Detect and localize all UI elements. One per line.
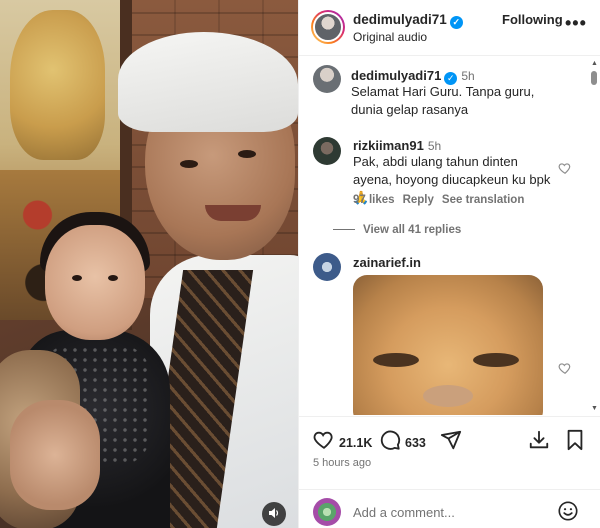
bookmark-icon[interactable]	[565, 429, 585, 456]
girl-hand	[10, 400, 100, 510]
post-header: dedimulyadi71 ✓ Original audio Following …	[299, 0, 600, 56]
audio-link[interactable]: Original audio	[353, 30, 427, 44]
paper-plane-icon	[440, 429, 462, 456]
caption-time: 5h	[461, 69, 475, 83]
like-button[interactable]: 21.1K	[313, 429, 372, 456]
caption-text: Selamat Hari Guru. Tanpa guru, dunia gel…	[351, 84, 535, 117]
download-icon[interactable]	[528, 429, 550, 456]
post-video[interactable]	[0, 0, 298, 528]
scroll-up-arrow-icon[interactable]: ▲	[591, 60, 598, 67]
comment-bubble-icon	[379, 429, 401, 456]
white-cap	[118, 32, 298, 132]
post-timestamp: 5 hours ago	[313, 457, 372, 469]
comment-button[interactable]: 633	[379, 429, 426, 456]
post-panel: dedimulyadi71 ✓ Original audio Following …	[298, 0, 600, 528]
comment-count: 633	[405, 435, 426, 450]
comment-like-heart-icon[interactable]	[558, 361, 572, 375]
verified-icon: ✓	[449, 16, 463, 29]
caption-username[interactable]: dedimulyadi71	[351, 68, 441, 83]
comments-scrollbar[interactable]: ▲ ▼	[590, 60, 598, 412]
add-comment-input[interactable]	[353, 502, 543, 522]
man-mouth	[205, 205, 261, 221]
like-count: 21.1K	[339, 435, 373, 450]
reply-button[interactable]: Reply	[403, 194, 434, 206]
comment-avatar[interactable]	[313, 253, 341, 281]
author-username[interactable]: dedimulyadi71 ✓	[353, 12, 463, 29]
comment-time: 5h	[427, 139, 442, 153]
emoji-icon[interactable]	[557, 500, 579, 527]
man-eye	[180, 160, 198, 168]
caption-avatar[interactable]	[313, 65, 341, 93]
add-comment-bar	[299, 489, 600, 528]
comment-meta: 97 likes Reply See translation	[353, 194, 532, 206]
author-avatar[interactable]	[311, 10, 345, 44]
view-replies-button[interactable]: View all 41 replies	[363, 224, 461, 236]
cat-nose	[423, 385, 473, 407]
girl-eye	[108, 275, 118, 281]
see-translation-button[interactable]: See translation	[442, 194, 524, 206]
scroll-down-arrow-icon[interactable]: ▼	[591, 405, 598, 412]
viewer-avatar	[313, 498, 341, 526]
following-button[interactable]: Following	[502, 12, 563, 27]
comment-username[interactable]: zainarief.in	[353, 255, 421, 270]
comment-header: zainarief.in	[353, 254, 421, 272]
more-options-icon[interactable]: •••	[565, 13, 587, 34]
scroll-thumb[interactable]	[591, 71, 597, 85]
girl-eye	[72, 275, 82, 281]
mute-button[interactable]	[262, 502, 286, 526]
share-button[interactable]	[440, 429, 462, 456]
heart-icon	[313, 429, 335, 456]
comment-likes[interactable]: 97 likes	[353, 194, 395, 206]
cat-eye	[373, 353, 419, 367]
cat-eye	[473, 353, 519, 367]
comment-username[interactable]: rizkiiman91	[353, 138, 424, 153]
speaker-icon	[268, 507, 280, 522]
comment-avatar[interactable]	[313, 137, 341, 165]
comments-list[interactable]: dedimulyadi71 ✓ 5h Selamat Hari Guru. Tanp…	[299, 57, 600, 415]
girl-face	[45, 225, 145, 340]
wayang-figure	[10, 10, 105, 160]
comment-like-heart-icon[interactable]	[558, 161, 572, 175]
comment-sticker-image[interactable]	[353, 275, 543, 415]
man-eye	[238, 150, 256, 158]
